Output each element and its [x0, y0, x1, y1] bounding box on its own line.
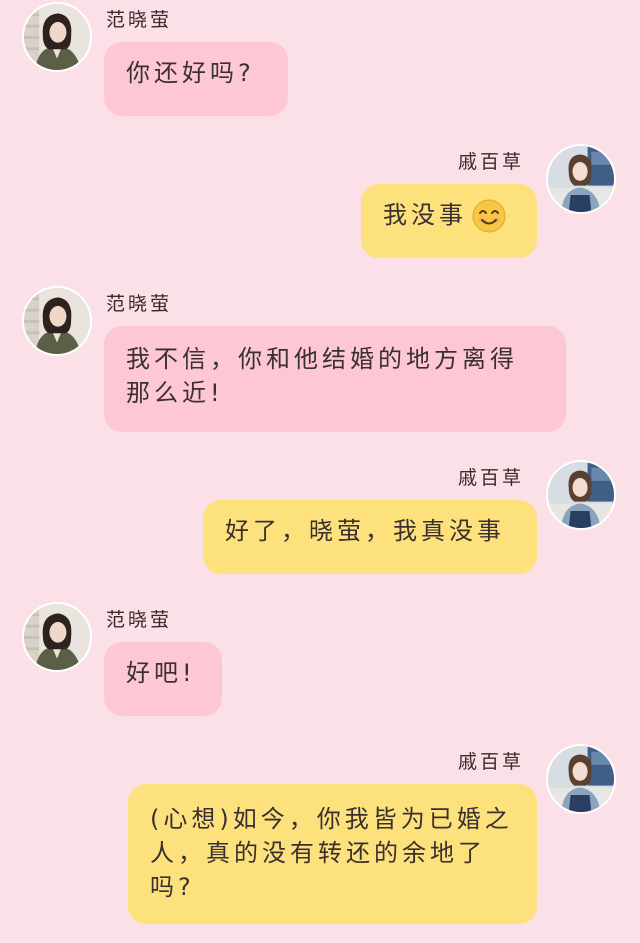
message-bubble-left[interactable]: 好吧!: [104, 642, 222, 716]
message-bubble-left[interactable]: 我不信，你和他结婚的地方离得那么近!: [104, 326, 566, 432]
message-text: 你还好吗?: [126, 59, 255, 87]
sender-name-right: 戚百草: [458, 467, 525, 489]
message-text: 好吧!: [126, 659, 196, 687]
sender-name-left: 范晓萤: [106, 293, 173, 315]
avatar-fan-xiaoying[interactable]: [22, 286, 92, 356]
avatar-fan-xiaoying[interactable]: [22, 2, 92, 72]
sender-name-right: 戚百草: [458, 751, 525, 773]
avatar-fan-xiaoying[interactable]: [22, 602, 92, 672]
sender-name-right: 戚百草: [458, 151, 525, 173]
message-bubble-right[interactable]: 好了，晓萤，我真没事: [203, 500, 537, 574]
avatar-qi-baicao[interactable]: [546, 744, 616, 814]
smiling-face-icon: [471, 198, 507, 234]
avatar-qi-baicao[interactable]: [546, 144, 616, 214]
message-bubble-right[interactable]: (心想)如今，你我皆为已婚之人，真的没有转还的余地了吗?: [128, 784, 537, 924]
message-text: 我没事: [383, 201, 467, 229]
avatar-qi-baicao[interactable]: [546, 460, 616, 530]
sender-name-left: 范晓萤: [106, 9, 173, 31]
message-bubble-right[interactable]: 我没事: [361, 184, 537, 258]
sender-name-left: 范晓萤: [106, 609, 173, 631]
message-text: 我不信，你和他结婚的地方离得那么近!: [126, 345, 518, 407]
message-bubble-left[interactable]: 你还好吗?: [104, 42, 288, 116]
message-text: (心想)如今，你我皆为已婚之人，真的没有转还的余地了吗?: [150, 805, 513, 901]
message-text: 好了，晓萤，我真没事: [225, 517, 505, 545]
